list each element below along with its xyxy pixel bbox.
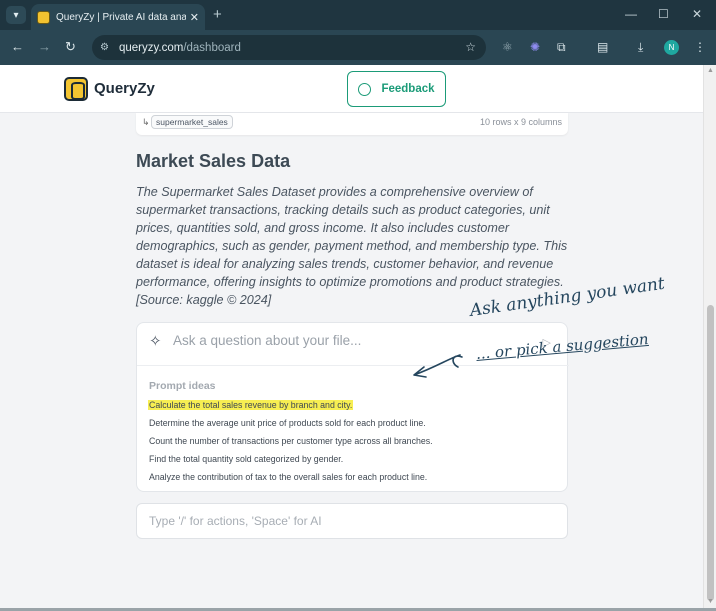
send-icon[interactable]: ▷ [543, 336, 551, 349]
prompt-ideas-label: Prompt ideas [149, 380, 216, 392]
ask-row: ✧ ▷ [137, 323, 569, 366]
file-info-strip: ↳ supermarket_sales 10 rows x 9 columns [136, 113, 568, 135]
scroll-up-icon[interactable]: ▲ [707, 67, 714, 74]
browser-menu-icon[interactable]: ⋮ [694, 40, 706, 54]
tab-close-icon[interactable]: ✕ [190, 11, 199, 24]
address-bar[interactable]: ⚙ queryzy.com/dashboard ☆ [92, 35, 486, 60]
reload-icon[interactable]: ↻ [65, 39, 76, 55]
ask-panel: ✧ ▷ Prompt ideas Calculate the total sal… [136, 322, 569, 492]
file-name-tag[interactable]: supermarket_sales [151, 115, 233, 129]
site-info-icon[interactable]: ⚙ [100, 42, 109, 53]
app-header: QueryZy Feedback [0, 65, 703, 113]
browser-toolbar: ← → ↻ ⚙ queryzy.com/dashboard ☆ ⚛ ✺ ⧉ ▤ … [0, 30, 716, 65]
file-dimensions: 10 rows x 9 columns [479, 117, 562, 127]
command-input[interactable] [149, 514, 549, 528]
downloads-icon[interactable]: ⤓ [638, 40, 643, 55]
reading-list-icon[interactable]: ▤ [597, 40, 608, 54]
prompt-suggestion[interactable]: Calculate the total sales revenue by bra… [148, 400, 354, 410]
back-icon[interactable]: ← [11, 39, 24, 54]
url-path: /dashboard [183, 41, 241, 54]
window-close-icon[interactable]: ✕ [692, 7, 702, 21]
url-host: queryzy.com [118, 41, 184, 54]
page-content: QueryZy Feedback ↳ supermarket_sales 10 … [0, 65, 703, 608]
minimize-icon[interactable]: — [625, 7, 637, 21]
dataset-description: The Supermarket Sales Dataset provides a… [136, 185, 568, 307]
sparkle-icon: ✧ [149, 333, 162, 350]
url-text: queryzy.com/dashboard [119, 42, 241, 54]
feedback-label: Feedback [381, 83, 435, 95]
maximize-icon[interactable]: ☐ [658, 7, 669, 21]
tab-title: QueryZy | Private AI data analy [56, 11, 186, 23]
scroll-down-icon[interactable]: ▼ [707, 598, 714, 605]
prompt-suggestion[interactable]: Analyze the contribution of tax to the o… [148, 472, 428, 482]
react-devtools-icon[interactable]: ⚛ [502, 40, 513, 54]
browser-tab[interactable]: QueryZy | Private AI data analy ✕ [31, 4, 205, 30]
queryzy-favicon-icon [37, 10, 50, 24]
extension-gear-icon[interactable]: ✺ [530, 40, 540, 54]
command-box [136, 503, 568, 539]
prompt-suggestion[interactable]: Determine the average unit price of prod… [148, 418, 427, 428]
feedback-button[interactable]: Feedback [347, 71, 446, 107]
scroll-thumb[interactable] [707, 305, 714, 601]
prompt-suggestion[interactable]: Count the number of transactions per cus… [148, 436, 434, 446]
queryzy-logo-icon[interactable] [64, 77, 88, 101]
bookmark-star-icon[interactable]: ☆ [465, 40, 476, 54]
prompt-suggestion[interactable]: Find the total quantity sold categorized… [148, 454, 344, 464]
tab-search-icon[interactable]: ▾ [6, 6, 26, 24]
dataset-title: Market Sales Data [136, 151, 291, 171]
forward-icon[interactable]: → [38, 39, 51, 54]
chat-bubble-icon [358, 82, 372, 96]
new-tab-icon[interactable]: + [213, 6, 222, 23]
ask-input[interactable] [173, 333, 473, 348]
profile-avatar[interactable]: N [664, 40, 679, 55]
subdirectory-arrow-icon: ↳ [142, 117, 150, 127]
extensions-puzzle-icon[interactable]: ⧉ [557, 40, 566, 55]
brand-name[interactable]: QueryZy [94, 80, 155, 97]
page-scrollbar[interactable]: ▲ ▼ [703, 65, 716, 608]
browser-tabstrip: ▾ QueryZy | Private AI data analy ✕ + — … [0, 0, 716, 30]
